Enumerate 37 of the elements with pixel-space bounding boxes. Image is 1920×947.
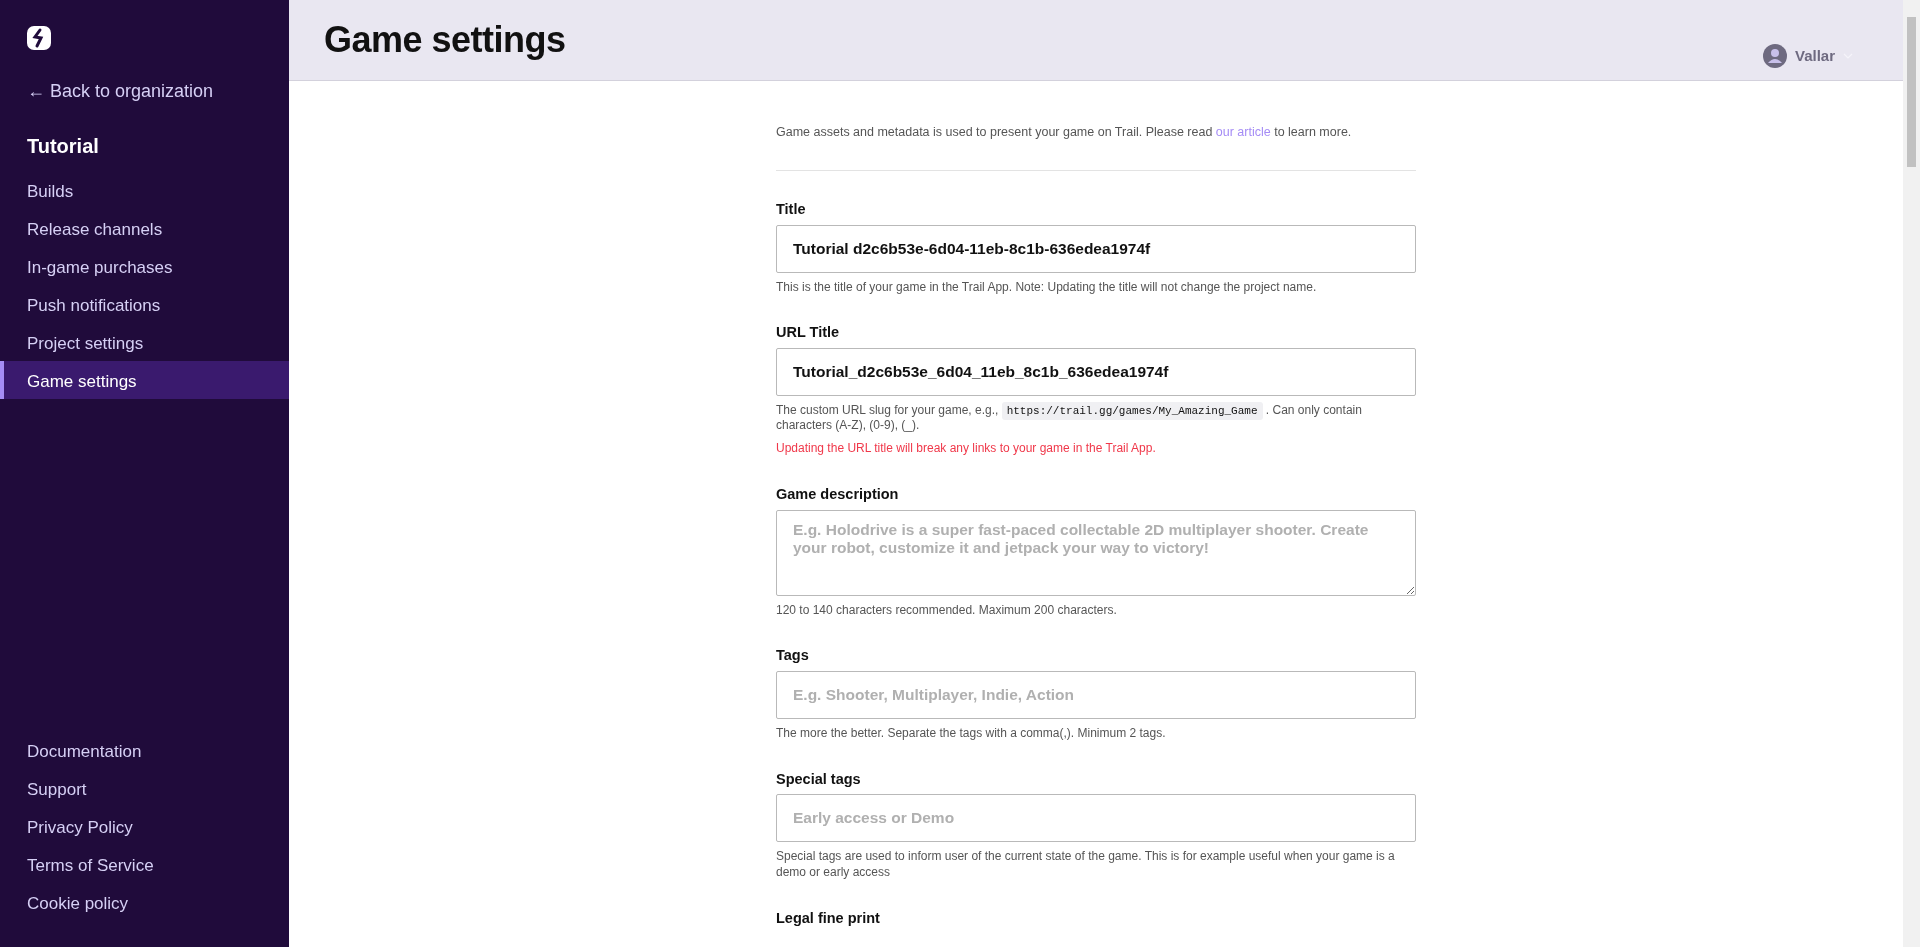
footer-link[interactable]: Cookie policy: [0, 883, 289, 921]
sidebar-item[interactable]: Game settings: [0, 361, 289, 399]
back-link[interactable]: ← Back to organization: [27, 78, 214, 105]
input-field[interactable]: Early access or Demo: [776, 794, 1416, 843]
sidebar-item[interactable]: Release channels: [0, 209, 289, 247]
warning-text: Updating the URL title will break any links to your game in the Trail App.: [776, 440, 1157, 458]
help-text: Special tags are used to inform user of the current state of the game. This is for example useful when your game is a demo or early access: [776, 849, 1396, 881]
field-label: Title: [776, 199, 807, 219]
field-label: Game description: [776, 485, 900, 505]
footer-link[interactable]: Terms of Service: [0, 845, 289, 883]
sidebar-item[interactable]: Builds: [0, 171, 289, 209]
sidebar-item[interactable]: In-game purchases: [0, 247, 289, 285]
field-label: Tags: [776, 646, 810, 666]
sidebar-item[interactable]: Push notifications: [0, 285, 289, 323]
help-text: This is the title of your game in the Trail App. Note: Updating the title will not change the project name.: [776, 279, 1318, 296]
input-field[interactable]: E.g. Shooter, Multiplayer, Indie, Action: [776, 671, 1416, 720]
scrollbar[interactable]: [1903, 0, 1920, 947]
intro-text: Game assets and metadata is used to present your game on Trail. Please read our article to learn more.: [776, 124, 1353, 141]
input-field[interactable]: Tutorial_d2c6b53e_6d04_11eb_8c1b_636edea1974f: [776, 347, 1416, 396]
text-area[interactable]: E.g. Holodrive is a super fast-paced collectable 2D multiplayer shooter. Create your robot, customize it and jetpack your way to victory!: [776, 509, 1416, 596]
field-label: Legal fine print: [776, 908, 881, 928]
sidebar-item[interactable]: Project settings: [0, 323, 289, 361]
user-name[interactable]: Vallar: [1794, 44, 1835, 68]
scrollbar-thumb[interactable]: [1907, 17, 1916, 167]
help-text: 120 to 140 characters recommended. Maximum 200 characters.: [776, 602, 1118, 619]
help-text: The more the better. Separate the tags with a comma(,). Minimum 2 tags.: [776, 726, 1167, 742]
input-field[interactable]: Tutorial d2c6b53e-6d04-11eb-8c1b-636edea1974f: [776, 224, 1416, 273]
field-label: URL Title: [776, 323, 841, 343]
avatar-icon[interactable]: [1762, 44, 1787, 68]
field-label: Special tags: [776, 769, 862, 789]
footer-link[interactable]: Documentation: [0, 731, 289, 769]
logo-icon: [27, 26, 51, 50]
help-text: The custom URL slug for your game, e.g., https://trail.gg/games/My_Amazing_Game . Can only contain characters (A-Z), (0-9), (_).: [776, 402, 1363, 435]
page-title: Game settings: [324, 18, 566, 62]
footer-link[interactable]: Support: [0, 769, 289, 807]
project-name: Tutorial: [27, 134, 100, 159]
footer-link[interactable]: Privacy Policy: [0, 807, 289, 845]
